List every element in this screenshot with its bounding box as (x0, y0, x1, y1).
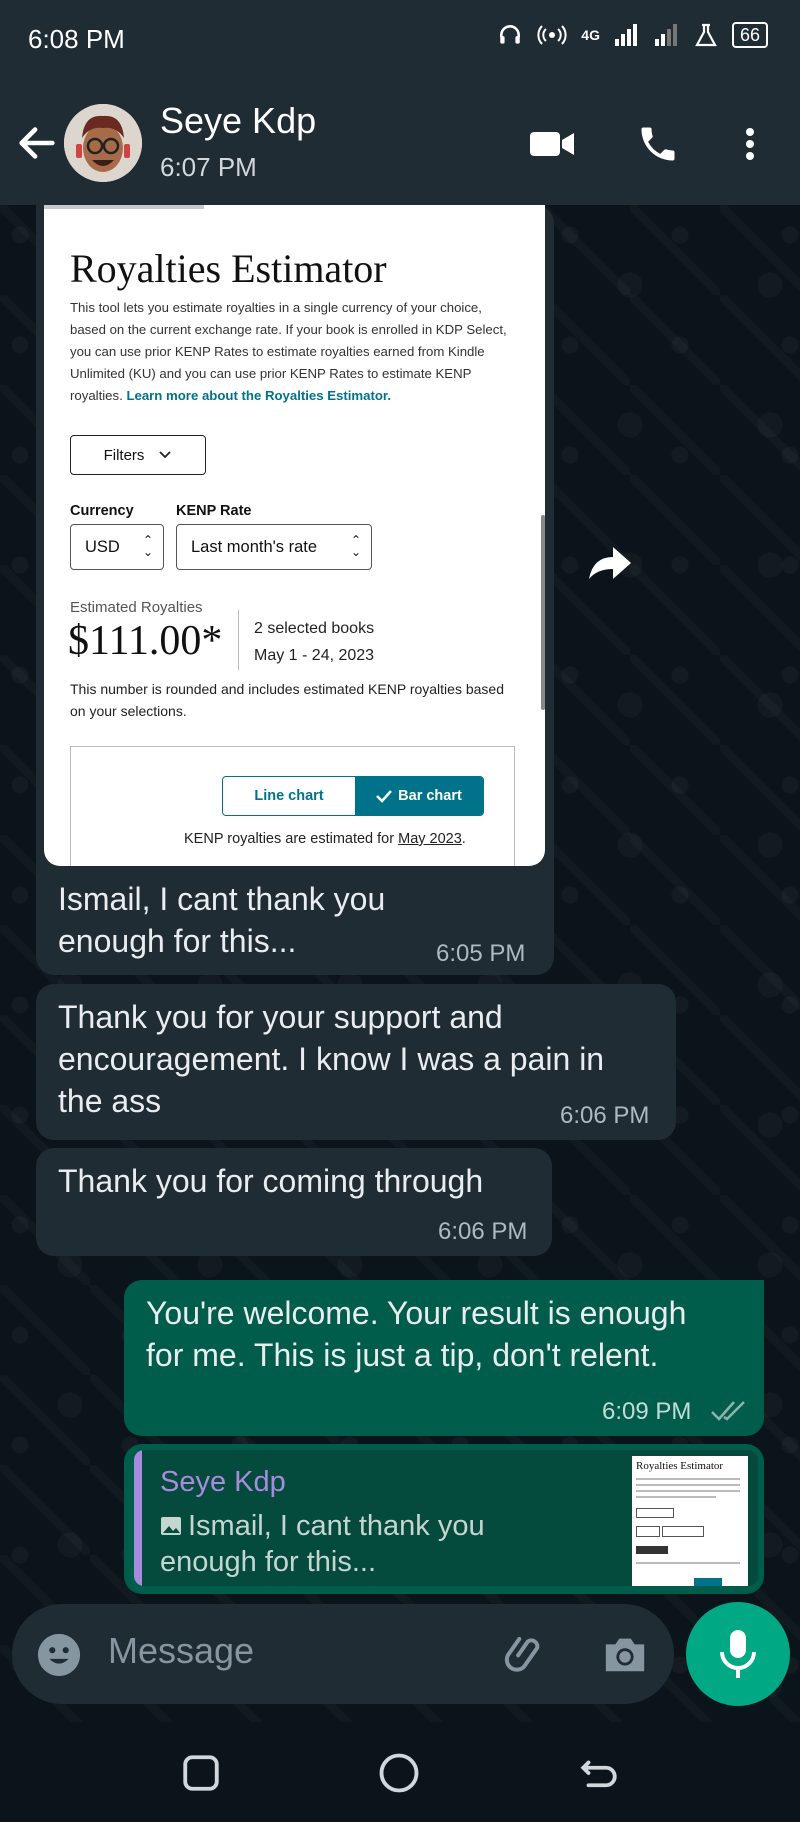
message-bubble[interactable]: You're welcome. Your result is enough fo… (124, 1280, 764, 1436)
message-text: You're welcome. Your result is enough fo… (146, 1295, 687, 1373)
checkmark-icon (376, 790, 393, 803)
attachment-paperclip-icon[interactable] (502, 1630, 550, 1678)
emoji-icon[interactable] (36, 1632, 82, 1678)
status-bar: 6:08 PM 4G 66 (0, 0, 800, 80)
up-down-chevron-icon: ⌃ ⌄ (142, 533, 153, 559)
rounding-note: This number is rounded and includes esti… (70, 681, 504, 719)
quoted-thumbnail: Royalties Estimator (632, 1456, 748, 1586)
voice-call-icon[interactable] (634, 122, 682, 166)
camera-icon[interactable] (602, 1632, 648, 1676)
headset-icon (500, 25, 521, 44)
quoted-text: Ismail, I cant thank you enough for this… (160, 1510, 485, 1578)
voice-record-button[interactable] (686, 1602, 790, 1706)
signal-icon (614, 24, 637, 46)
estimator-description: This tool lets you estimate royalties in… (70, 300, 507, 403)
message-text: Ismail, I cant thank you enough for this… (58, 881, 386, 959)
system-back-icon[interactable] (578, 1752, 620, 1794)
chat-header: Seye Kdp 6:07 PM (0, 80, 800, 205)
kenp-rate-label: KENP Rate (176, 503, 252, 519)
currency-label: Currency (70, 503, 134, 519)
quoted-message[interactable]: Seye Kdp Ismail, I cant thank you enough… (134, 1450, 758, 1586)
message-text: Thank you for coming through (58, 1163, 484, 1199)
kenp-rate-select: Last month's rate ⌃ ⌄ (176, 524, 372, 570)
quote-bar (134, 1450, 142, 1586)
thumb-title: Royalties Estimator (636, 1460, 724, 1472)
message-composer: Message (12, 1604, 674, 1704)
learn-more-link: Learn more about the Royalties Estimator… (126, 388, 392, 403)
network-type: 4G (581, 27, 600, 43)
contact-last-seen: 6:07 PM (160, 152, 257, 182)
message-time: 6:06 PM (438, 1218, 528, 1245)
estimated-royalties-value: $111.00* (68, 618, 223, 664)
battery-indicator: 66 (731, 22, 768, 48)
contact-name[interactable]: Seye Kdp (160, 100, 316, 142)
avatar[interactable] (64, 104, 142, 182)
up-down-chevron-icon: ⌃ ⌄ (350, 533, 361, 559)
message-time: 6:05 PM (436, 940, 526, 967)
filters-dropdown: Filters (70, 435, 206, 475)
double-check-read-icon (711, 1401, 745, 1421)
divider (238, 610, 239, 670)
bar-chart-option: Bar chart (355, 777, 483, 815)
video-call-icon[interactable] (528, 122, 576, 166)
estimated-royalties-label: Estimated Royalties (70, 599, 203, 616)
forward-arrow-icon[interactable] (585, 543, 635, 583)
avatar-face-icon (64, 104, 142, 182)
message-bubble[interactable]: Thank you for your support and encourage… (36, 984, 676, 1140)
home-icon[interactable] (378, 1752, 420, 1794)
scroll-indicator (44, 205, 204, 209)
estimator-title: Royalties Estimator (70, 246, 387, 291)
kenp-estimate-note: KENP royalties are estimated for May 202… (184, 831, 466, 847)
photo-icon (161, 1517, 181, 1535)
line-chart-option: Line chart (254, 788, 324, 804)
hotspot-icon (537, 25, 567, 45)
back-arrow-icon[interactable] (14, 120, 60, 166)
chevron-down-icon (159, 451, 172, 459)
status-time: 6:08 PM (28, 24, 125, 54)
date-range: May 1 - 24, 2023 (254, 647, 375, 664)
shared-screenshot[interactable]: Royalties Estimator This tool lets you e… (44, 205, 545, 866)
quoted-author: Seye Kdp (160, 1466, 286, 1498)
signal-weak-icon (654, 24, 677, 46)
selected-books: 2 selected books (254, 620, 375, 637)
currency-select: USD ⌃ ⌄ (70, 524, 164, 570)
microphone-icon (720, 1630, 756, 1678)
page-scrollbar (541, 515, 545, 710)
recent-apps-icon[interactable] (180, 1752, 222, 1794)
message-input[interactable]: Message (108, 1630, 254, 1672)
status-icons: 4G 66 (497, 22, 768, 48)
more-options-icon[interactable] (730, 122, 770, 166)
system-navigation-bar (0, 1722, 800, 1822)
chart-type-toggle: Line chart Bar chart (222, 776, 484, 816)
lab-flask-icon (695, 23, 717, 47)
message-bubble[interactable]: Thank you for coming through 6:06 PM (36, 1148, 552, 1256)
message-time: 6:06 PM (560, 1102, 650, 1129)
message-time: 6:09 PM (602, 1398, 692, 1425)
